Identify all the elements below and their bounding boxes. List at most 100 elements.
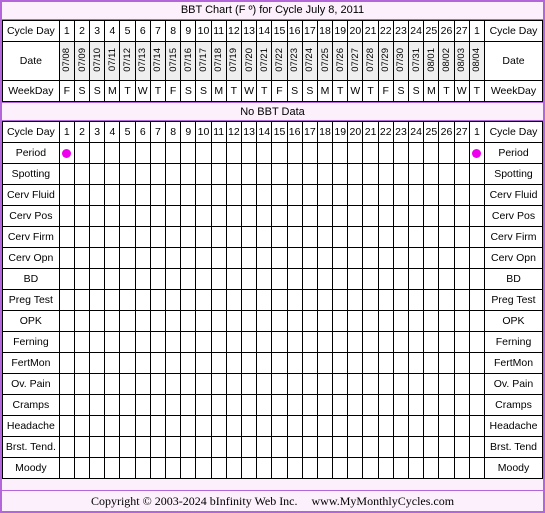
symptom-cell[interactable] [165,373,182,395]
symptom-cell[interactable] [468,331,485,353]
symptom-cell[interactable] [73,268,91,290]
symptom-cell[interactable] [408,205,425,227]
symptom-cell[interactable] [301,436,318,458]
symptom-cell[interactable] [195,163,212,185]
symptom-cell[interactable] [377,247,394,269]
symptom-cell[interactable] [408,184,425,206]
symptom-cell[interactable] [256,394,273,416]
symptom-cell[interactable] [180,268,197,290]
symptom-cell[interactable] [240,184,258,206]
symptom-cell[interactable] [165,436,182,458]
symptom-cell[interactable] [240,373,258,395]
symptom-cell[interactable] [134,415,151,437]
symptom-cell[interactable] [210,352,227,374]
symptom-cell[interactable] [73,226,91,248]
symptom-cell[interactable] [210,310,227,332]
symptom-cell[interactable] [134,247,151,269]
symptom-cell[interactable] [271,247,288,269]
symptom-cell[interactable] [271,457,288,479]
symptom-cell[interactable] [89,142,106,164]
symptom-cell[interactable] [180,373,197,395]
symptom-cell[interactable] [149,415,167,437]
symptom-cell[interactable] [104,268,121,290]
symptom-cell[interactable] [165,289,182,311]
symptom-cell[interactable] [210,268,227,290]
symptom-cell[interactable] [73,184,91,206]
symptom-cell[interactable] [347,142,364,164]
symptom-cell[interactable] [104,247,121,269]
symptom-cell[interactable] [240,436,258,458]
symptom-cell[interactable] [119,331,136,353]
symptom-cell[interactable] [104,457,121,479]
symptom-cell[interactable] [347,331,364,353]
symptom-cell[interactable] [423,226,440,248]
symptom-cell[interactable] [438,352,455,374]
symptom-cell[interactable] [301,289,318,311]
symptom-cell[interactable] [134,436,151,458]
symptom-cell[interactable] [362,226,379,248]
symptom-cell[interactable] [104,226,121,248]
symptom-cell[interactable] [149,205,167,227]
symptom-cell[interactable] [438,415,455,437]
symptom-cell[interactable] [377,457,394,479]
symptom-cell[interactable] [73,394,91,416]
symptom-cell[interactable] [256,436,273,458]
symptom-cell[interactable] [332,205,349,227]
symptom-cell[interactable] [58,226,75,248]
symptom-cell[interactable] [392,268,410,290]
symptom-cell[interactable] [58,436,75,458]
symptom-cell[interactable] [73,247,91,269]
symptom-cell[interactable] [134,394,151,416]
symptom-cell[interactable] [89,394,106,416]
symptom-cell[interactable] [377,436,394,458]
symptom-cell[interactable] [58,415,75,437]
symptom-cell[interactable] [73,331,91,353]
symptom-cell[interactable] [332,289,349,311]
symptom-cell[interactable] [119,205,136,227]
symptom-cell[interactable] [210,394,227,416]
symptom-cell[interactable] [408,415,425,437]
symptom-cell[interactable] [104,184,121,206]
symptom-cell[interactable] [73,436,91,458]
symptom-cell[interactable] [408,268,425,290]
symptom-cell[interactable] [453,289,470,311]
symptom-cell[interactable] [377,142,394,164]
symptom-cell[interactable] [438,394,455,416]
symptom-cell[interactable] [271,310,288,332]
symptom-cell[interactable] [104,331,121,353]
symptom-cell[interactable] [453,142,470,164]
symptom-cell[interactable] [453,184,470,206]
symptom-cell[interactable] [165,331,182,353]
symptom-cell[interactable] [104,310,121,332]
symptom-cell[interactable] [210,373,227,395]
symptom-cell[interactable] [134,184,151,206]
symptom-cell[interactable] [347,247,364,269]
symptom-cell[interactable] [180,142,197,164]
symptom-cell[interactable] [301,373,318,395]
symptom-cell[interactable] [362,205,379,227]
symptom-cell[interactable] [468,184,485,206]
symptom-cell[interactable] [332,436,349,458]
symptom-cell[interactable] [180,331,197,353]
symptom-cell[interactable] [119,457,136,479]
symptom-cell[interactable] [256,163,273,185]
symptom-cell[interactable] [256,373,273,395]
symptom-cell[interactable] [377,205,394,227]
symptom-cell[interactable] [180,457,197,479]
symptom-cell[interactable] [453,457,470,479]
symptom-cell[interactable] [240,247,258,269]
symptom-cell[interactable] [195,331,212,353]
symptom-cell[interactable] [392,163,410,185]
symptom-cell[interactable] [438,184,455,206]
symptom-cell[interactable] [240,352,258,374]
symptom-cell[interactable] [89,310,106,332]
symptom-cell[interactable] [453,352,470,374]
symptom-cell[interactable] [225,268,242,290]
symptom-cell[interactable] [362,394,379,416]
symptom-cell[interactable] [165,457,182,479]
symptom-cell[interactable] [362,247,379,269]
symptom-cell[interactable] [180,310,197,332]
symptom-cell[interactable] [104,352,121,374]
symptom-cell[interactable] [286,184,303,206]
symptom-cell[interactable] [89,184,106,206]
